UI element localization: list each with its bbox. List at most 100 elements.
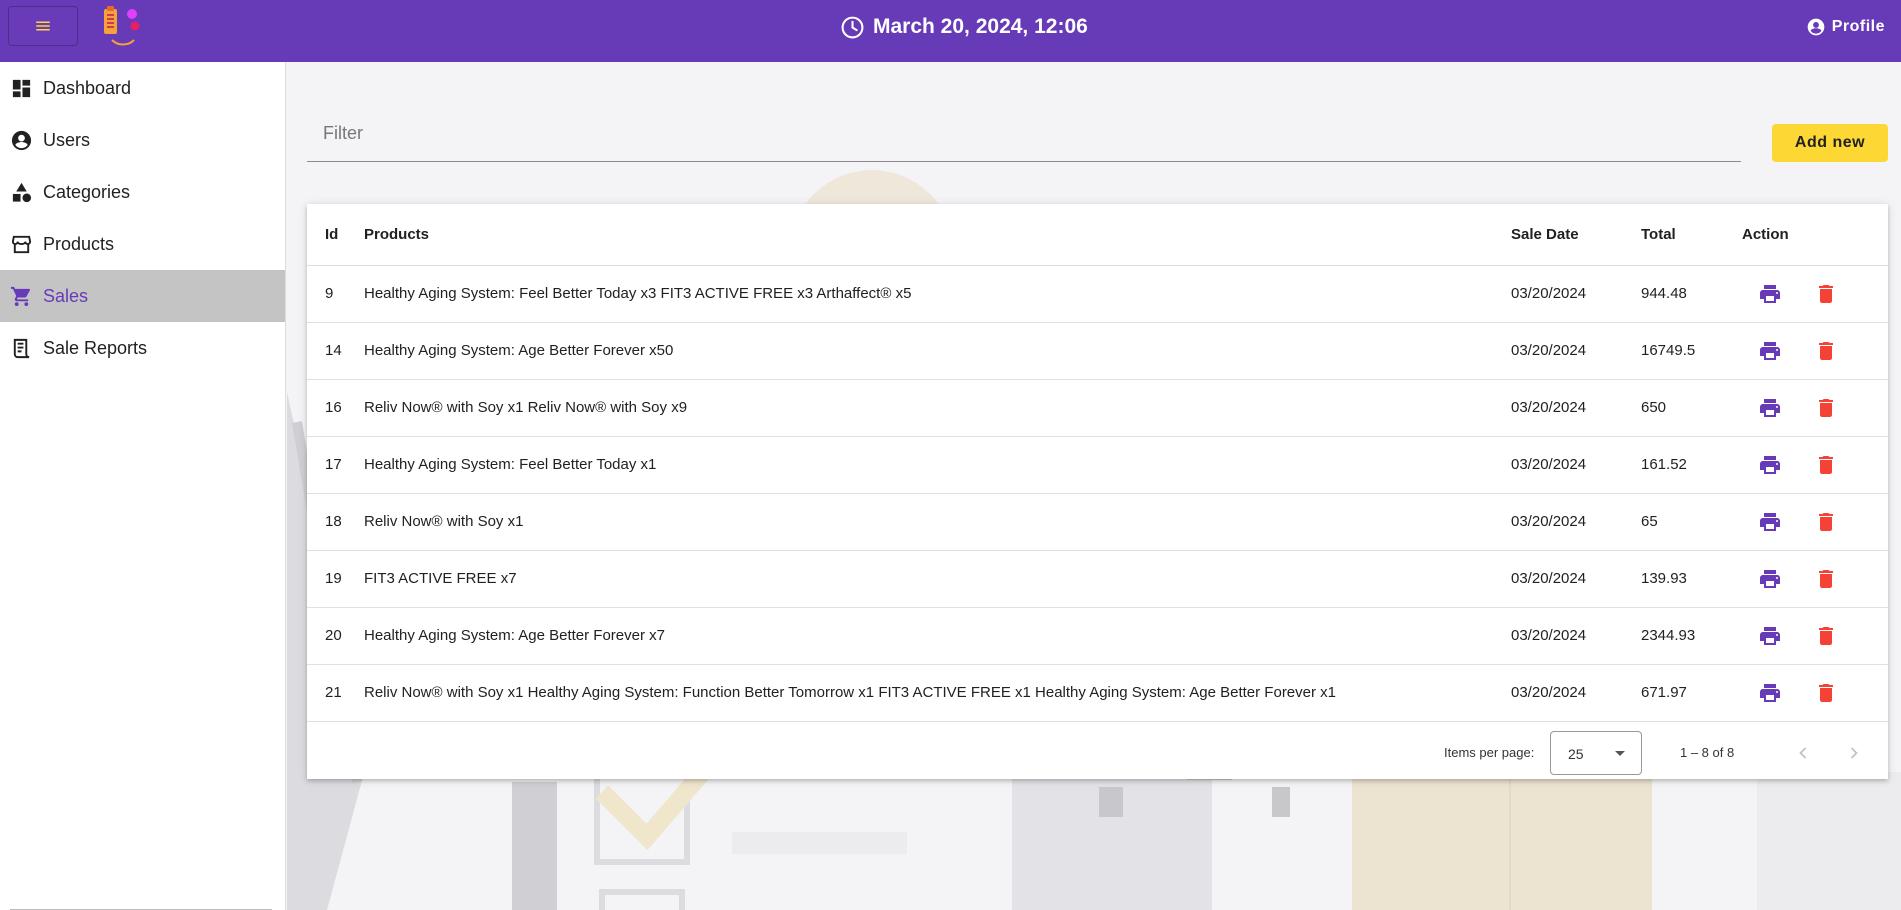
account-circle-icon xyxy=(1807,18,1825,36)
cell-actions xyxy=(1742,322,1888,379)
menu-toggle-button[interactable] xyxy=(8,6,78,46)
delete-icon xyxy=(1819,512,1833,531)
items-per-page-select[interactable]: 25 xyxy=(1550,731,1642,775)
previous-page-button[interactable] xyxy=(1787,737,1819,769)
delete-icon xyxy=(1819,455,1833,474)
print-icon xyxy=(1760,512,1780,531)
delete-button[interactable] xyxy=(1798,331,1854,371)
cell-products: Reliv Now® with Soy x1 Reliv Now® with S… xyxy=(364,399,688,416)
top-toolbar: March 20, 2024, 12:06 Profile xyxy=(0,0,1901,62)
column-header-products[interactable]: Products xyxy=(364,204,1511,266)
print-button[interactable] xyxy=(1742,274,1798,314)
cell-total: 161.52 xyxy=(1641,456,1687,473)
sidebar-item-products[interactable]: Products xyxy=(0,218,285,270)
sales-table: Id Products Sale Date Total Action 9 Heal… xyxy=(307,204,1888,722)
sidebar: Dashboard Users Categories Products Sale… xyxy=(0,62,286,910)
cell-id: 21 xyxy=(325,684,342,701)
column-header-total[interactable]: Total xyxy=(1641,204,1742,266)
page-range-label: 1 – 8 of 8 xyxy=(1680,745,1735,760)
print-button[interactable] xyxy=(1742,331,1798,371)
cell-id: 18 xyxy=(325,513,342,530)
delete-button[interactable] xyxy=(1798,445,1854,485)
delete-icon xyxy=(1819,341,1833,360)
delete-button[interactable] xyxy=(1798,502,1854,542)
add-new-button[interactable]: Add new xyxy=(1772,124,1888,162)
cell-id: 20 xyxy=(325,627,342,644)
delete-button[interactable] xyxy=(1798,673,1854,713)
cell-actions xyxy=(1742,436,1888,493)
sidebar-item-label: Categories xyxy=(43,181,131,202)
next-page-button[interactable] xyxy=(1838,737,1870,769)
sidebar-item-sale-reports[interactable]: Sale Reports xyxy=(0,322,285,374)
print-button[interactable] xyxy=(1742,616,1798,656)
current-datetime: March 20, 2024, 12:06 xyxy=(840,12,1088,42)
cell-total: 139.93 xyxy=(1641,570,1687,587)
cell-products: Healthy Aging System: Age Better Forever… xyxy=(364,627,665,644)
cell-total: 944.48 xyxy=(1641,285,1687,302)
cell-actions xyxy=(1742,607,1888,664)
filter-input[interactable] xyxy=(323,120,1703,146)
print-icon xyxy=(1760,683,1780,702)
cell-products: Healthy Aging System: Feel Better Today … xyxy=(364,456,657,473)
print-button[interactable] xyxy=(1742,673,1798,713)
print-icon xyxy=(1760,341,1780,360)
print-icon xyxy=(1760,398,1780,417)
table-row: 18 Reliv Now® with Soy x1 03/20/2024 65 xyxy=(307,493,1888,550)
column-header-action: Action xyxy=(1742,204,1888,266)
table-row: 9 Healthy Aging System: Feel Better Today… xyxy=(307,265,1888,322)
cell-id: 16 xyxy=(325,399,342,416)
delete-button[interactable] xyxy=(1798,274,1854,314)
cell-id: 19 xyxy=(325,570,342,587)
sidebar-item-users[interactable]: Users xyxy=(0,114,285,166)
delete-icon xyxy=(1819,626,1833,645)
delete-button[interactable] xyxy=(1798,388,1854,428)
items-per-page-label: Items per page: xyxy=(1444,745,1535,760)
table-row: 20 Healthy Aging System: Age Better Forev… xyxy=(307,607,1888,664)
profile-button[interactable]: Profile xyxy=(1806,14,1885,40)
delete-button[interactable] xyxy=(1798,616,1854,656)
sidebar-item-label: Dashboard xyxy=(43,77,132,98)
cell-actions xyxy=(1742,379,1888,436)
cell-sale-date: 03/20/2024 xyxy=(1511,684,1587,701)
cell-sale-date: 03/20/2024 xyxy=(1511,627,1587,644)
menu-icon xyxy=(36,21,50,31)
cell-products: Reliv Now® with Soy x1 Healthy Aging Sys… xyxy=(364,684,1336,701)
cell-products: Healthy Aging System: Age Better Forever… xyxy=(364,342,674,359)
receipt-icon xyxy=(13,338,30,358)
cell-id: 17 xyxy=(325,456,342,473)
print-button[interactable] xyxy=(1742,445,1798,485)
delete-icon xyxy=(1819,569,1833,588)
column-header-id[interactable]: Id xyxy=(307,204,364,266)
cell-sale-date: 03/20/2024 xyxy=(1511,513,1587,530)
table-row: 14 Healthy Aging System: Age Better Forev… xyxy=(307,322,1888,379)
table-header-row: Id Products Sale Date Total Action xyxy=(307,204,1888,266)
main-content: Add new Id Products Sale Date Total Acti… xyxy=(287,62,1901,910)
sidebar-item-dashboard[interactable]: Dashboard xyxy=(0,62,285,114)
delete-button[interactable] xyxy=(1798,559,1854,599)
cell-products: Healthy Aging System: Feel Better Today … xyxy=(364,285,912,302)
account-circle-icon xyxy=(11,130,32,150)
sidebar-item-label: Users xyxy=(43,129,91,150)
print-button[interactable] xyxy=(1742,502,1798,542)
cell-products: FIT3 ACTIVE FREE x7 xyxy=(364,570,517,587)
items-per-page-value: 25 xyxy=(1568,746,1584,762)
delete-icon xyxy=(1819,683,1833,702)
print-button[interactable] xyxy=(1742,559,1798,599)
clock-icon xyxy=(841,16,864,38)
delete-icon xyxy=(1819,284,1833,303)
cell-actions xyxy=(1742,664,1888,721)
sidebar-item-categories[interactable]: Categories xyxy=(0,166,285,218)
table-row: 16 Reliv Now® with Soy x1 Reliv Now® with… xyxy=(307,379,1888,436)
print-button[interactable] xyxy=(1742,388,1798,428)
cell-actions xyxy=(1742,550,1888,607)
sidebar-item-label: Products xyxy=(43,233,115,254)
dashboard-icon xyxy=(12,79,31,97)
cell-sale-date: 03/20/2024 xyxy=(1511,342,1587,359)
cell-total: 16749.5 xyxy=(1641,342,1696,359)
table-row: 19 FIT3 ACTIVE FREE x7 03/20/2024 139.93 xyxy=(307,550,1888,607)
cell-products: Reliv Now® with Soy x1 xyxy=(364,513,524,530)
column-header-sale-date[interactable]: Sale Date xyxy=(1511,204,1641,266)
print-icon xyxy=(1760,626,1780,645)
cell-actions xyxy=(1742,265,1888,322)
sidebar-item-sales[interactable]: Sales xyxy=(0,270,285,322)
